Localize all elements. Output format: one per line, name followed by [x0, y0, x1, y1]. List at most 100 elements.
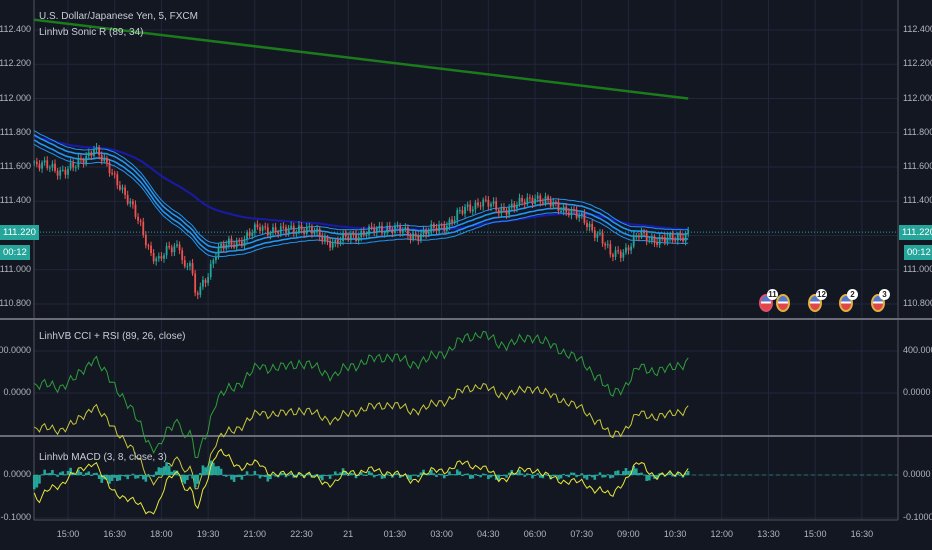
macd-histogram-bar [640, 472, 643, 475]
sonic-r-legend[interactable]: Linhvb Sonic R (89, 34) [39, 27, 144, 38]
candle [144, 235, 147, 246]
candle [152, 253, 155, 262]
candle [352, 233, 355, 235]
cci-rsi-legend[interactable]: LinhVB CCI + RSI (89, 26, close) [39, 331, 185, 342]
candle [464, 206, 466, 214]
candle [383, 232, 386, 234]
macd-axis-label: 0.0000 [903, 469, 931, 479]
economic-event-flag-icon[interactable]: 11 [759, 289, 778, 312]
macd-histogram-bar [165, 462, 168, 475]
candle [251, 232, 254, 236]
candle [116, 174, 119, 186]
economic-event-flag-icon[interactable]: 12 [808, 289, 827, 312]
macd-histogram-bar [162, 466, 166, 475]
macd-histogram-bar [528, 474, 532, 476]
candle [64, 169, 67, 175]
candle [417, 235, 420, 241]
candle [534, 198, 536, 204]
candle [67, 168, 69, 175]
candle [635, 235, 638, 237]
current-price-tag-left: 111.220 [0, 225, 39, 240]
macd-histogram-bar [157, 467, 161, 475]
candle [326, 237, 329, 241]
candle [331, 242, 334, 248]
candle [173, 246, 176, 253]
event-count-badge: 2 [847, 289, 858, 300]
macd-histogram-bar [108, 475, 111, 484]
price-axis-label: 111.400 [903, 195, 932, 206]
candle [181, 250, 184, 261]
candle [85, 156, 88, 164]
candle [165, 245, 168, 256]
candle [176, 244, 178, 247]
candle [137, 216, 139, 221]
candle [290, 225, 293, 229]
candle [451, 219, 453, 223]
candle [186, 266, 189, 268]
candle [614, 250, 617, 257]
candle [565, 206, 568, 213]
candle [453, 220, 456, 223]
candle [131, 201, 134, 205]
candle [609, 244, 612, 255]
candle [209, 263, 212, 277]
macd-histogram-bar [500, 475, 503, 476]
macd-histogram-bar [448, 471, 451, 475]
candle [355, 234, 357, 241]
candle [98, 147, 101, 156]
candle [74, 167, 77, 169]
candle [196, 292, 199, 295]
event-count-badge: 12 [816, 289, 827, 300]
candle [235, 240, 238, 248]
candle [412, 233, 415, 240]
candle [80, 158, 82, 160]
chart-canvas[interactable] [0, 0, 932, 550]
candle [671, 234, 674, 241]
candle [38, 164, 41, 169]
cci-axis-label-left: 400.0000 [0, 345, 31, 355]
candle [246, 232, 248, 240]
candle [139, 220, 142, 222]
macd-histogram-bar [110, 475, 114, 481]
candle [199, 286, 202, 295]
time-axis-label: 07:30 [570, 529, 593, 539]
candle [370, 226, 373, 228]
candle [72, 162, 75, 168]
economic-event-flag-icon[interactable] [776, 294, 790, 312]
price-axis-label: 112.200 [903, 58, 932, 69]
candle [653, 236, 656, 243]
candle [316, 228, 319, 232]
candle [82, 159, 85, 164]
candle [516, 204, 518, 209]
candle [339, 240, 342, 245]
macd-histogram-bar [624, 468, 628, 475]
candle [202, 279, 204, 287]
candle [523, 201, 526, 205]
candle [427, 231, 430, 235]
macd-histogram-bar [616, 470, 620, 475]
countdown-tag-left: 00:12 [0, 245, 30, 260]
candle [378, 225, 381, 228]
candle [308, 226, 311, 228]
candle [259, 227, 261, 231]
macd-histogram-bar [79, 471, 83, 475]
price-axis-label-left: 111.800 [0, 126, 31, 137]
candle [666, 237, 669, 243]
price-axis-label-left: 111.400 [0, 195, 31, 206]
candle [227, 238, 230, 245]
candle [170, 247, 173, 253]
candle [238, 240, 241, 242]
candle [570, 209, 573, 216]
macd-histogram-bar [217, 466, 220, 475]
macd-legend[interactable]: Linhvb MACD (3, 8, close, 3) [39, 452, 167, 463]
macd-histogram-bar [35, 475, 39, 488]
economic-event-flag-icon[interactable]: 2 [839, 289, 858, 312]
candle [157, 256, 160, 259]
macd-histogram-bar [570, 472, 573, 475]
candle [487, 199, 490, 207]
macd-histogram-bar [611, 475, 615, 478]
candle [282, 226, 285, 228]
candle [557, 202, 560, 212]
economic-event-flag-icon[interactable]: 3 [871, 289, 890, 312]
cci-axis-label: 0.0000 [903, 387, 931, 397]
